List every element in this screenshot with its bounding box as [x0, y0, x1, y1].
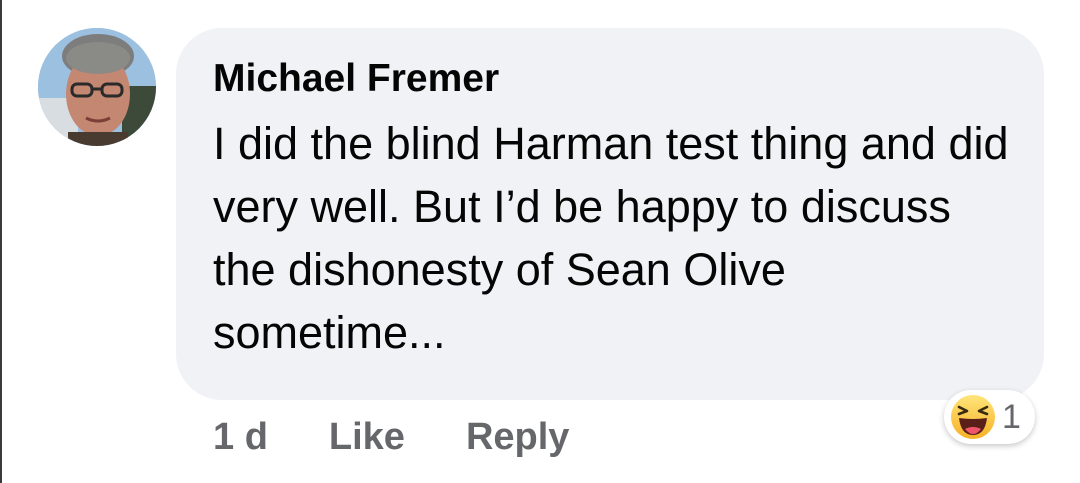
comment-actions: 1 d Like Reply [213, 412, 569, 462]
like-button[interactable]: Like [329, 416, 405, 459]
avatar-photo [38, 28, 156, 146]
comment-text: I did the blind Harman test thing and di… [213, 118, 1009, 358]
comment-view: Michael Fremer I did the blind Harman te… [0, 0, 1080, 483]
comment-author[interactable]: Michael Fremer [213, 56, 1008, 102]
haha-emoji-icon [951, 395, 995, 439]
comment-bubble: Michael Fremer I did the blind Harman te… [176, 28, 1044, 400]
reaction-summary[interactable]: 1 [944, 390, 1035, 444]
reply-button[interactable]: Reply [466, 416, 569, 459]
reaction-count: 1 [1002, 397, 1021, 436]
avatar[interactable] [38, 28, 156, 146]
left-edge-divider [0, 0, 2, 483]
comment-timestamp[interactable]: 1 d [213, 416, 268, 459]
